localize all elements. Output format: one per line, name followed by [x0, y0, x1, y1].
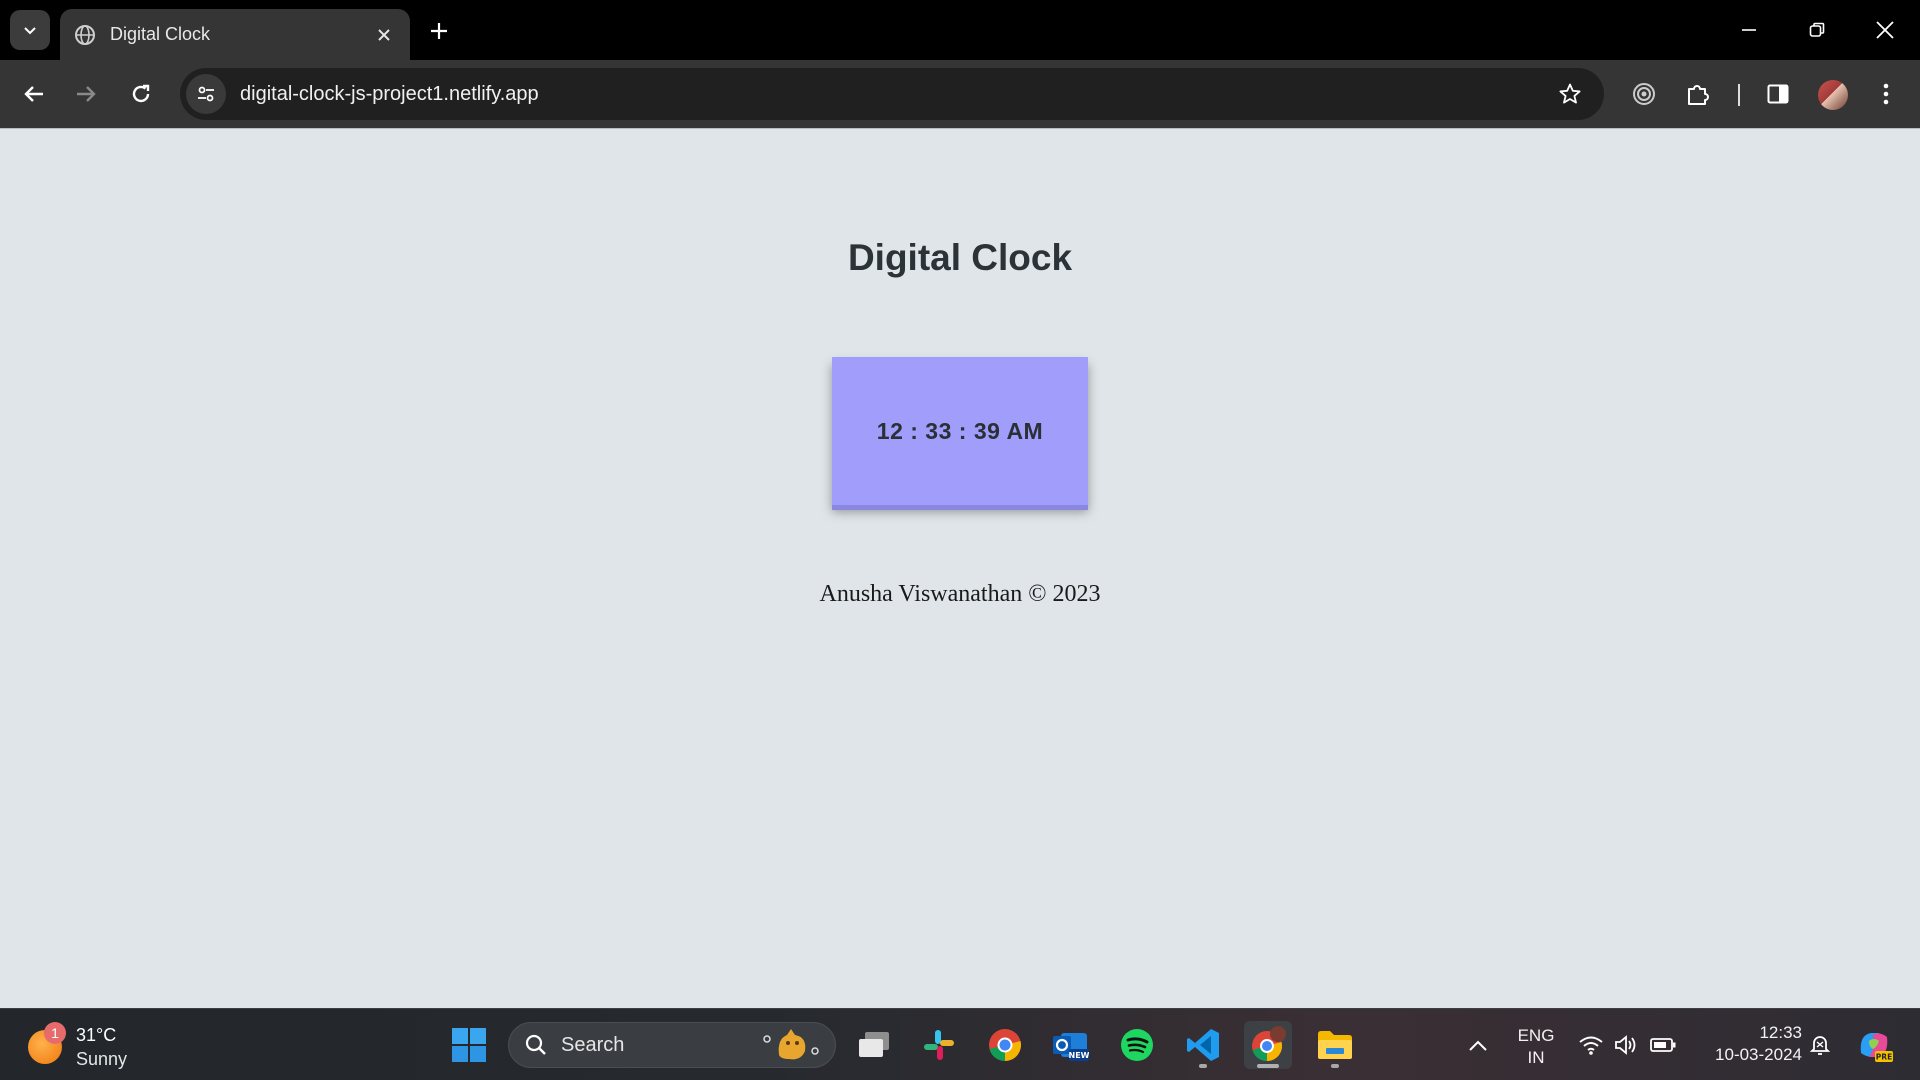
page-viewport: Digital Clock 12 : 33 : 39 AM Anusha Vis… — [0, 128, 1920, 1008]
active-indicator — [1257, 1064, 1279, 1068]
weather-condition: Sunny — [76, 1049, 128, 1069]
running-indicator — [1199, 1064, 1207, 1068]
slack-icon — [924, 1030, 954, 1060]
more-vertical-icon — [1883, 83, 1889, 105]
arrow-right-icon — [77, 86, 96, 102]
spotify-icon — [1121, 1029, 1153, 1061]
copilot-icon: PRE — [1860, 1033, 1893, 1062]
footer-credit: Anusha Viswanathan © 2023 — [819, 581, 1101, 607]
puzzle-icon — [1688, 85, 1709, 105]
close-icon — [1876, 21, 1894, 39]
back-button[interactable] — [14, 74, 54, 114]
notification-bell-icon — [1809, 1036, 1831, 1055]
chrome-app[interactable] — [981, 1021, 1029, 1069]
tune-icon — [198, 86, 214, 102]
vscode-app[interactable] — [1179, 1021, 1227, 1069]
search-label: Search — [561, 1033, 625, 1056]
taskbar-date: 10-03-2024 — [1715, 1045, 1802, 1064]
tab-search-button[interactable] — [10, 10, 50, 50]
tab-title: Digital Clock — [110, 24, 211, 44]
outlook-app[interactable]: NEW — [1046, 1021, 1094, 1069]
tab-digital-clock[interactable]: Digital Clock — [60, 9, 410, 60]
vscode-icon — [1187, 1029, 1219, 1061]
chrome-app-active[interactable] — [1244, 1021, 1292, 1069]
quick-settings-button[interactable] — [1568, 1021, 1686, 1069]
page-title: Digital Clock — [847, 237, 1073, 278]
slack-app[interactable] — [915, 1021, 963, 1069]
address-bar[interactable]: digital-clock-js-project1.netlify.app — [180, 68, 1604, 120]
chevron-up-icon — [1469, 1040, 1487, 1051]
search-highlight-icon — [763, 1029, 819, 1060]
reload-icon — [132, 84, 150, 103]
clock-date-widget[interactable]: 12:33 10-03-2024 — [1696, 1022, 1802, 1066]
tab-close-icon[interactable] — [372, 23, 396, 47]
copilot-button[interactable]: PRE — [1850, 1021, 1898, 1069]
url-text[interactable]: digital-clock-js-project1.netlify.app — [240, 83, 1550, 106]
toolbar-divider — [1738, 84, 1740, 106]
weather-widget[interactable]: 1 31°C Sunny — [28, 1022, 128, 1071]
wifi-icon — [1579, 1036, 1603, 1055]
globe-icon — [75, 24, 95, 45]
profile-avatar[interactable] — [1818, 80, 1848, 110]
chrome-icon — [989, 1029, 1022, 1061]
svg-text:PRE: PRE — [1876, 1053, 1892, 1062]
start-button[interactable] — [445, 1021, 493, 1069]
reload-button[interactable] — [121, 74, 161, 114]
language-indicator[interactable]: ENG IN — [1510, 1025, 1562, 1069]
extensions-button[interactable] — [1678, 74, 1718, 114]
weather-temp: 31°C — [76, 1025, 117, 1045]
running-indicator — [1331, 1064, 1339, 1068]
minimize-button[interactable] — [1724, 10, 1774, 50]
arrow-left-icon — [24, 86, 43, 102]
outlook-icon: NEW — [1053, 1033, 1089, 1061]
browser-tabstrip: Digital Clock — [0, 0, 1920, 60]
folder-icon — [1318, 1031, 1352, 1059]
browser-toolbar: digital-clock-js-project1.netlify.app — [0, 60, 1920, 128]
task-view-button[interactable] — [850, 1021, 898, 1069]
task-view-icon — [859, 1032, 889, 1057]
target-icon — [1633, 83, 1655, 105]
search-icon — [525, 1034, 546, 1055]
region-code: IN — [1527, 1048, 1545, 1067]
windows-icon — [452, 1028, 486, 1062]
taskbar-search[interactable]: Search — [508, 1022, 836, 1068]
forward-button[interactable] — [66, 74, 106, 114]
restore-icon — [1809, 22, 1825, 37]
svg-text:NEW: NEW — [1069, 1051, 1089, 1060]
spotify-app[interactable] — [1113, 1021, 1161, 1069]
plus-icon — [431, 23, 447, 39]
show-hidden-icons-button[interactable] — [1454, 1021, 1502, 1069]
bookmark-button[interactable] — [1550, 74, 1590, 114]
taskbar: 1 31°C Sunny Search NEW ENG IN 12:33 10-… — [0, 1008, 1920, 1080]
new-tab-button[interactable] — [424, 16, 454, 46]
file-explorer-app[interactable] — [1311, 1021, 1359, 1069]
restore-button[interactable] — [1792, 10, 1842, 50]
notification-badge: 1 — [44, 1022, 66, 1044]
side-panel-button[interactable] — [1758, 74, 1798, 114]
clock-display: 12 : 33 : 39 AM — [832, 357, 1088, 505]
close-window-button[interactable] — [1860, 10, 1910, 50]
sun-icon: 1 — [28, 1022, 66, 1064]
language-code: ENG — [1517, 1026, 1555, 1045]
taskbar-time: 12:33 — [1759, 1023, 1802, 1042]
battery-icon — [1650, 1038, 1676, 1052]
side-panel-icon — [1767, 84, 1789, 104]
star-icon — [1559, 83, 1581, 104]
volume-icon — [1615, 1035, 1636, 1055]
minimize-icon — [1742, 29, 1756, 31]
chrome-menu-button[interactable] — [1866, 74, 1906, 114]
chrome-profile-icon — [1252, 1026, 1286, 1061]
site-info-button[interactable] — [186, 74, 226, 114]
notifications-button[interactable] — [1796, 1021, 1844, 1069]
clock-time: 12 : 33 : 39 AM — [876, 417, 1044, 444]
media-button[interactable] — [1624, 74, 1664, 114]
chevron-down-icon — [24, 27, 36, 35]
